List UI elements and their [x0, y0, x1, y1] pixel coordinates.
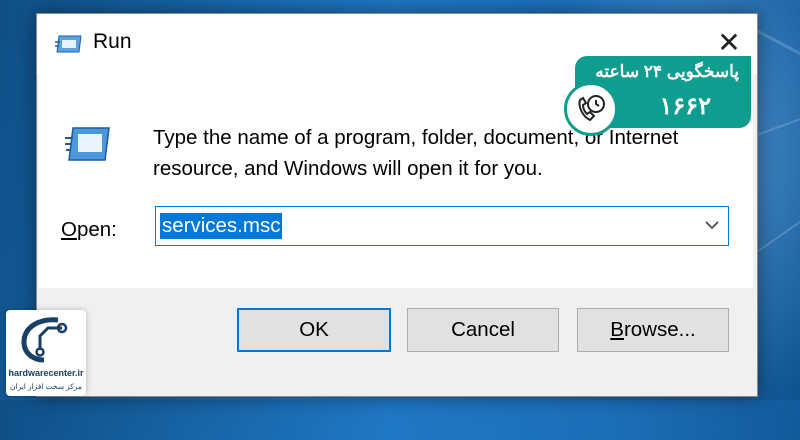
logo-tagline: مرکز سخت افزار ایران	[9, 382, 83, 391]
run-program-icon	[65, 127, 110, 161]
open-label: Open:	[61, 218, 117, 242]
open-label-accesskey: O	[61, 218, 77, 241]
brand-logo: hardwarecenter.ir مرکز سخت افزار ایران	[6, 310, 86, 396]
browse-label: rowse...	[623, 318, 696, 341]
support-phone-number: ۱۶۶۲	[659, 93, 711, 120]
logo-site-name: hardwarecenter.ir	[8, 368, 84, 378]
open-label-text: pen:	[76, 218, 117, 241]
circuit-logo-icon	[21, 317, 68, 363]
ok-button[interactable]: OK	[237, 308, 391, 352]
run-icon	[55, 35, 82, 53]
button-bar: OK Cancel Browse...	[39, 288, 753, 394]
cancel-button[interactable]: Cancel	[407, 308, 559, 352]
open-input-value[interactable]: services.msc	[160, 213, 283, 239]
window-title: Run	[93, 30, 132, 53]
open-combobox[interactable]: services.msc	[155, 206, 729, 246]
close-icon: ✕	[717, 26, 741, 58]
run-description: Type the name of a program, folder, docu…	[153, 126, 679, 180]
support-hours-text: پاسخگویی ۲۴ ساعته	[595, 62, 739, 81]
browse-button[interactable]: Browse...	[577, 308, 729, 352]
browse-accesskey: B	[610, 318, 624, 341]
chevron-down-icon[interactable]	[702, 215, 722, 235]
phone-clock-icon	[564, 82, 618, 136]
